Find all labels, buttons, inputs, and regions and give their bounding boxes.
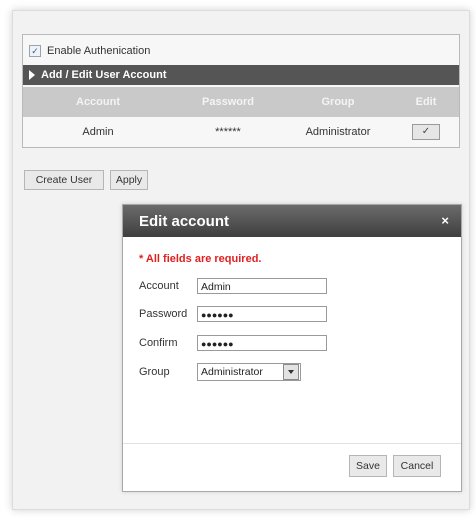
dialog-title: Edit account (139, 212, 230, 230)
group-select-value: Administrator (201, 366, 263, 378)
create-user-button[interactable]: Create User (24, 170, 104, 190)
column-header-edit: Edit (415, 96, 437, 108)
dialog-titlebar: Edit account × (123, 205, 461, 237)
row-password: ****** (215, 126, 241, 138)
confirm-label: Confirm (139, 337, 178, 349)
enable-authentication-row[interactable]: ✓ Enable Authenication (29, 40, 150, 62)
password-row: Password ●●●●●● (139, 305, 327, 323)
dropdown-arrow-icon[interactable] (283, 364, 299, 380)
account-row: Account Admin (139, 277, 327, 295)
table-row: Admin ****** Administrator ✓ (23, 119, 459, 145)
password-input[interactable]: ●●●●●● (197, 306, 327, 322)
account-input[interactable]: Admin (197, 278, 327, 294)
confirm-input[interactable]: ●●●●●● (197, 335, 327, 351)
expand-arrow-icon[interactable] (29, 70, 35, 80)
edit-account-dialog: Edit account × * All fields are required… (122, 204, 462, 492)
group-row: Group Administrator (139, 363, 301, 381)
canvas: ✓ Enable Authenication Add / Edit User A… (0, 0, 476, 518)
column-header-group: Group (321, 96, 355, 108)
enable-authentication-label: Enable Authenication (47, 45, 151, 57)
user-account-panel: ✓ Enable Authenication Add / Edit User A… (22, 34, 460, 148)
edit-icon[interactable]: ✓ (412, 124, 440, 140)
save-button[interactable]: Save (349, 455, 387, 477)
row-group: Administrator (305, 126, 371, 138)
row-account: Admin (82, 126, 114, 138)
table-header: Account Password Group Edit (23, 87, 459, 117)
apply-button[interactable]: Apply (110, 170, 148, 190)
column-header-account: Account (76, 96, 120, 108)
close-icon[interactable]: × (441, 214, 449, 228)
group-select[interactable]: Administrator (197, 363, 301, 381)
required-note: * All fields are required. (139, 253, 262, 265)
row-edit-cell: ✓ (393, 124, 459, 140)
section-header[interactable]: Add / Edit User Account (23, 65, 459, 85)
confirm-row: Confirm ●●●●●● (139, 334, 327, 352)
cancel-button[interactable]: Cancel (393, 455, 441, 477)
section-title: Add / Edit User Account (41, 69, 167, 81)
account-label: Account (139, 280, 179, 292)
footer-divider (123, 443, 461, 444)
password-label: Password (139, 308, 188, 320)
column-header-password: Password (202, 96, 254, 108)
group-label: Group (139, 366, 170, 378)
enable-authentication-checkbox[interactable]: ✓ (29, 45, 41, 57)
